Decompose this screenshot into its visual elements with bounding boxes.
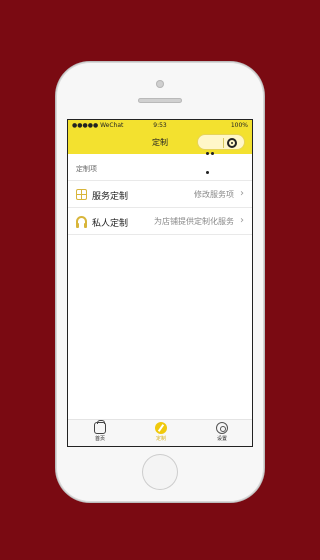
camera-icon [156, 80, 164, 88]
app-screen: ●●●●● WeChat 9:53 100% 定制 定制项 服务定制 修改服务项… [67, 119, 253, 447]
tab-label: 首页 [94, 436, 105, 442]
car-icon [94, 420, 106, 434]
tab-settings[interactable]: 设置 [202, 422, 242, 442]
miniprogram-capsule[interactable] [197, 134, 245, 174]
navigation-bar: 定制 [68, 130, 252, 174]
section-title: 定制项 [76, 165, 97, 173]
list-item-value: 为店铺提供定制化服务 [154, 217, 234, 226]
list-item-label: 私人定制 [92, 219, 129, 229]
list-item-service-customization[interactable]: 服务定制 修改服务项 › [68, 180, 252, 207]
list-item-private-customization[interactable]: 私人定制 为店铺提供定制化服务 › [68, 207, 252, 235]
tab-label: 定制 [155, 436, 166, 442]
time-text: 9:53 [153, 122, 167, 129]
grid-icon [76, 189, 87, 200]
chevron-right-icon: › [240, 215, 244, 226]
chevron-right-icon: › [240, 188, 244, 199]
speaker-grill [138, 98, 182, 103]
close-target-icon[interactable] [227, 138, 237, 148]
list-item-value: 修改服务项 [194, 190, 234, 199]
phone-top-bezel [56, 62, 264, 120]
more-icon[interactable] [206, 140, 220, 174]
tab-label: 设置 [216, 436, 227, 442]
battery-text: 100% [230, 122, 248, 129]
pen-icon [155, 422, 167, 434]
tab-home[interactable]: 首页 [80, 420, 120, 442]
home-button[interactable] [142, 454, 178, 490]
bottom-tab-bar: 首页 定制 设置 [68, 419, 252, 446]
gear-icon [216, 422, 228, 434]
headset-icon [76, 216, 87, 228]
tab-custom[interactable]: 定制 [141, 422, 181, 442]
custom-list: 服务定制 修改服务项 › 私人定制 为店铺提供定制化服务 › [68, 180, 252, 235]
status-bar: ●●●●● WeChat 9:53 100% [68, 120, 252, 130]
capsule-divider [223, 138, 224, 148]
phone-frame: ●●●●● WeChat 9:53 100% 定制 定制项 服务定制 修改服务项… [56, 62, 264, 502]
list-item-label: 服务定制 [92, 192, 129, 202]
